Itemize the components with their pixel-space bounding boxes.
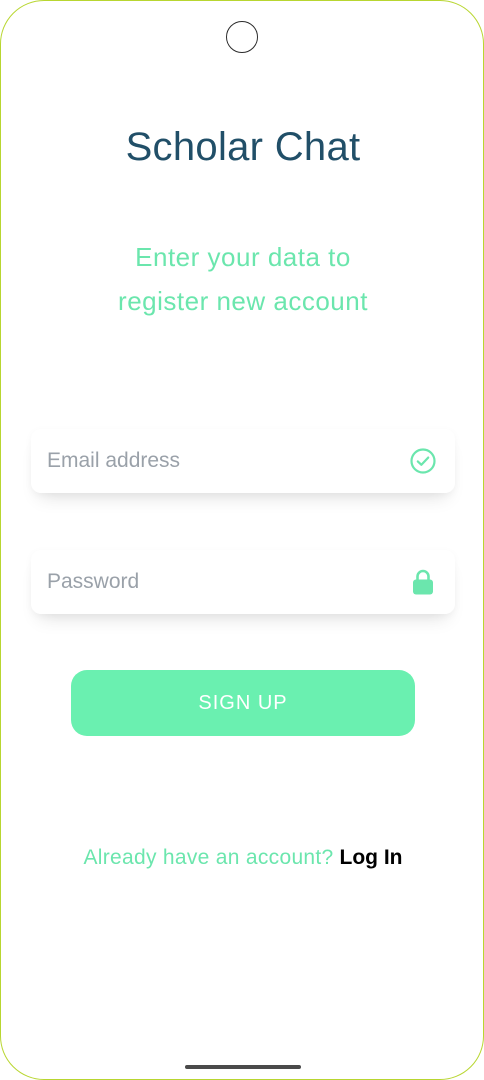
email-field-container bbox=[31, 429, 455, 493]
lock-icon bbox=[413, 569, 433, 595]
email-input[interactable] bbox=[47, 429, 387, 493]
check-circle-icon bbox=[410, 448, 436, 474]
password-field-container bbox=[31, 550, 455, 614]
password-input[interactable] bbox=[47, 550, 387, 614]
sign-up-button[interactable]: SIGN UP bbox=[71, 670, 415, 736]
subtitle-line-2: register new account bbox=[118, 286, 368, 316]
subtitle: Enter your data to register new account bbox=[41, 235, 445, 323]
login-row: Already have an account? Log In bbox=[1, 846, 483, 870]
camera-notch bbox=[226, 21, 258, 53]
app-title: Scholar Chat bbox=[125, 125, 361, 169]
subtitle-line-1: Enter your data to bbox=[135, 242, 351, 272]
log-in-link[interactable]: Log In bbox=[340, 846, 403, 869]
phone-frame: Scholar Chat Enter your data to register… bbox=[0, 0, 484, 1080]
home-indicator[interactable] bbox=[185, 1065, 301, 1069]
login-prompt: Already have an account? bbox=[83, 846, 334, 869]
